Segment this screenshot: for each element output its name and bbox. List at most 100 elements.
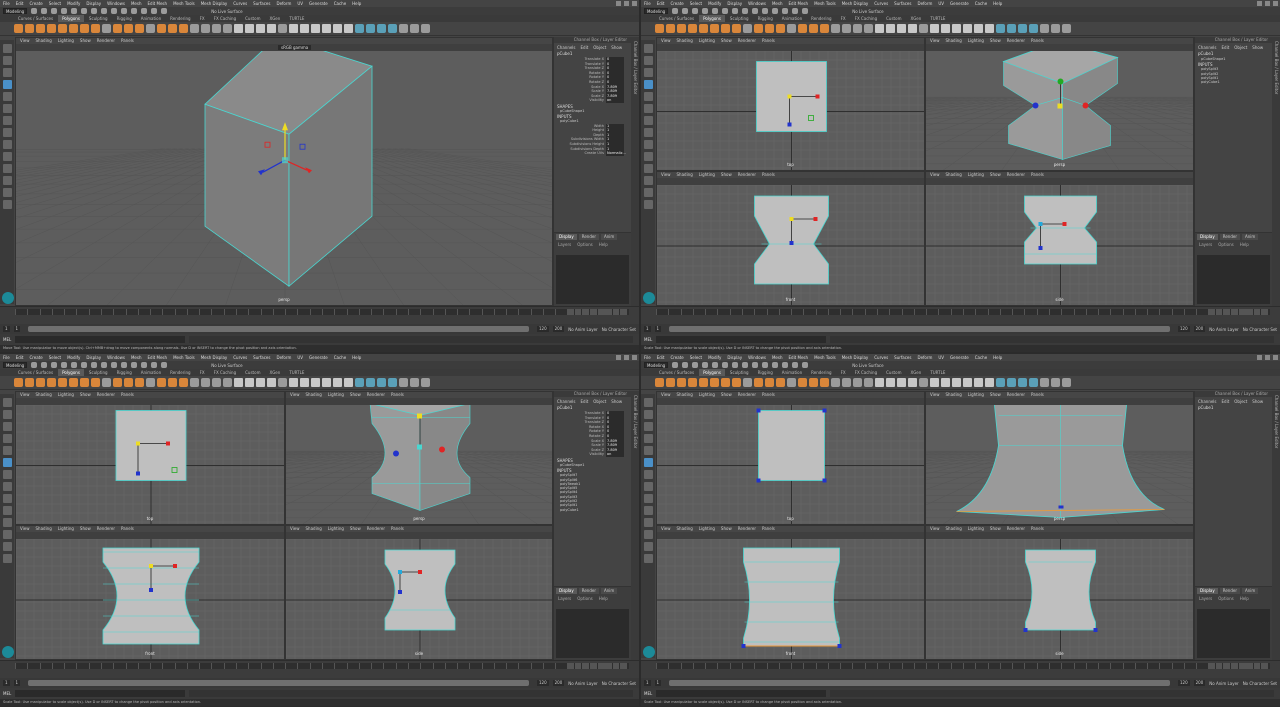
shelf-tool-icon[interactable] bbox=[80, 378, 89, 387]
shelf-tool-icon[interactable] bbox=[710, 24, 719, 33]
close-button[interactable] bbox=[632, 355, 637, 360]
status-icon[interactable] bbox=[101, 8, 108, 14]
tool-icon[interactable] bbox=[2, 164, 12, 173]
menu-windows[interactable]: Windows bbox=[107, 0, 125, 7]
shelf-tool-icon[interactable] bbox=[699, 378, 708, 387]
shelf-tool-icon[interactable] bbox=[47, 24, 56, 33]
menu-select[interactable]: Select bbox=[690, 354, 702, 361]
layer-menu-help[interactable]: Help bbox=[1240, 596, 1249, 601]
tool-icon[interactable] bbox=[643, 68, 653, 77]
status-icon[interactable] bbox=[802, 8, 809, 14]
range-end-field[interactable]: 120 bbox=[536, 680, 549, 686]
attr-value[interactable]: on bbox=[606, 452, 624, 457]
shelf-tool-icon[interactable] bbox=[688, 24, 697, 33]
playback-button[interactable] bbox=[1215, 663, 1223, 669]
layer-list[interactable] bbox=[1197, 609, 1270, 658]
status-icon[interactable] bbox=[111, 362, 118, 368]
shelf-tab-6[interactable]: FX bbox=[196, 369, 209, 376]
shelf-tool-icon[interactable] bbox=[245, 24, 254, 33]
menu-select[interactable]: Select bbox=[690, 0, 702, 7]
object-name[interactable]: pCube1 bbox=[1195, 405, 1272, 411]
playback-button[interactable] bbox=[605, 663, 612, 669]
status-icon[interactable] bbox=[732, 8, 739, 14]
status-icon[interactable] bbox=[762, 8, 769, 14]
tool-icon[interactable] bbox=[2, 80, 12, 89]
status-icon[interactable] bbox=[71, 8, 78, 14]
maximize-button[interactable] bbox=[1265, 355, 1270, 360]
playback-button[interactable] bbox=[1246, 663, 1253, 669]
tool-icon[interactable] bbox=[2, 482, 12, 491]
cube-mesh[interactable] bbox=[16, 51, 553, 306]
status-icon[interactable] bbox=[81, 362, 88, 368]
shelf-tab-2[interactable]: Sculpting bbox=[726, 15, 753, 22]
layer-tab-display[interactable]: Display bbox=[1197, 588, 1218, 594]
shelf-tool-icon[interactable] bbox=[190, 24, 199, 33]
shelf-tool-icon[interactable] bbox=[69, 24, 78, 33]
shelf-tool-icon[interactable] bbox=[1051, 378, 1060, 387]
menu-modify[interactable]: Modify bbox=[708, 354, 721, 361]
status-icon[interactable] bbox=[111, 8, 118, 14]
channel-menu-show[interactable]: Show bbox=[611, 398, 622, 404]
shelf-tool-icon[interactable] bbox=[168, 24, 177, 33]
range-slider-bar[interactable] bbox=[669, 326, 1170, 332]
shelf-tool-icon[interactable] bbox=[146, 378, 155, 387]
range-end-field[interactable]: 120 bbox=[1177, 326, 1190, 332]
shelf-tool-icon[interactable] bbox=[688, 378, 697, 387]
status-icon[interactable] bbox=[71, 362, 78, 368]
shelf-tab-9[interactable]: XGen bbox=[265, 15, 284, 22]
shelf-tool-icon[interactable] bbox=[875, 24, 884, 33]
live-surface-label[interactable]: No Live Surface bbox=[852, 9, 883, 14]
input-node[interactable]: polyCube1 bbox=[554, 508, 631, 512]
tool-icon[interactable] bbox=[2, 410, 12, 419]
status-icon[interactable] bbox=[702, 362, 709, 368]
status-icon[interactable] bbox=[101, 362, 108, 368]
minimize-button[interactable] bbox=[616, 355, 621, 360]
tool-icon[interactable] bbox=[2, 446, 12, 455]
layer-tab-render[interactable]: Render bbox=[1219, 588, 1240, 594]
shelf-tool-icon[interactable] bbox=[809, 378, 818, 387]
side-view-mesh[interactable] bbox=[926, 539, 1194, 660]
timeline-bar[interactable] bbox=[656, 663, 1270, 669]
menu-help[interactable]: Help bbox=[993, 354, 1002, 361]
shelf-tab-0[interactable]: Curves / Surfaces bbox=[14, 369, 57, 376]
shelf-tool-icon[interactable] bbox=[754, 24, 763, 33]
shelf-tab-4[interactable]: Animation bbox=[137, 15, 165, 22]
minimize-button[interactable] bbox=[616, 1, 621, 6]
playback-button[interactable] bbox=[1238, 663, 1246, 669]
menu-help[interactable]: Help bbox=[352, 354, 361, 361]
channel-menu-channels[interactable]: Channels bbox=[557, 44, 576, 50]
mode-selector[interactable]: Modeling bbox=[644, 8, 669, 14]
attr-row[interactable]: Create UVs Normaliz... bbox=[554, 151, 631, 156]
menu-edit[interactable]: Edit bbox=[657, 0, 665, 7]
close-button[interactable] bbox=[1273, 355, 1278, 360]
tool-icon[interactable] bbox=[643, 188, 653, 197]
status-icon[interactable] bbox=[752, 8, 759, 14]
tool-icon[interactable] bbox=[643, 506, 653, 515]
channel-menu-edit[interactable]: Edit bbox=[1222, 44, 1230, 50]
layer-menu-options[interactable]: Options bbox=[1218, 242, 1233, 247]
shelf-tool-icon[interactable] bbox=[842, 378, 851, 387]
shelf-tab-5[interactable]: Rendering bbox=[807, 369, 835, 376]
status-icon[interactable] bbox=[81, 8, 88, 14]
tool-icon[interactable] bbox=[2, 422, 12, 431]
character-set-dropdown[interactable]: No Character Set bbox=[1243, 327, 1277, 332]
playback-button[interactable] bbox=[1261, 663, 1268, 669]
menu-generate[interactable]: Generate bbox=[309, 354, 328, 361]
shelf-tool-icon[interactable] bbox=[212, 24, 221, 33]
shelf-tool-icon[interactable] bbox=[355, 378, 364, 387]
layer-list[interactable] bbox=[556, 609, 629, 658]
shelf-tool-icon[interactable] bbox=[930, 24, 939, 33]
tool-icon[interactable] bbox=[2, 518, 12, 527]
shelf-tool-icon[interactable] bbox=[952, 378, 961, 387]
tool-icon[interactable] bbox=[643, 470, 653, 479]
input-node[interactable]: polyCube1 bbox=[1195, 80, 1272, 84]
persp-view-mesh[interactable] bbox=[926, 51, 1194, 171]
menu-mesh-display[interactable]: Mesh Display bbox=[201, 0, 228, 7]
shelf-tool-icon[interactable] bbox=[234, 378, 243, 387]
side-panel-tab[interactable]: Channel Box / Layer Editor bbox=[1272, 391, 1280, 660]
playback-button[interactable] bbox=[597, 309, 605, 315]
menu-file[interactable]: File bbox=[644, 0, 651, 7]
playback-button[interactable] bbox=[582, 309, 589, 315]
playback-button[interactable] bbox=[1223, 309, 1230, 315]
shelf-tool-icon[interactable] bbox=[754, 378, 763, 387]
